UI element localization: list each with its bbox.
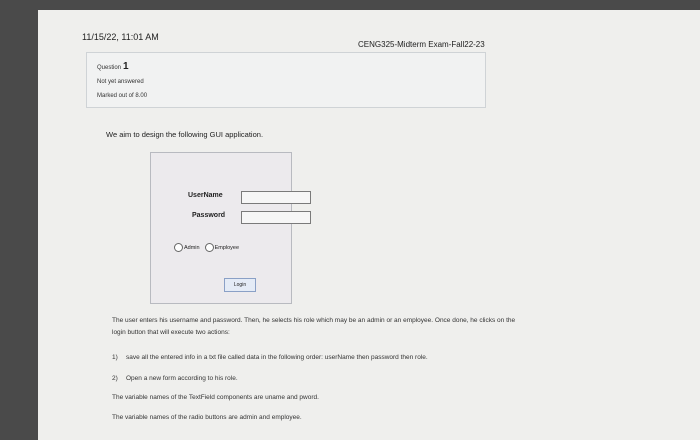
question-label-row: Question 1 xyxy=(97,61,129,72)
radio-admin: Admin xyxy=(174,243,200,252)
username-field xyxy=(241,191,311,204)
list-number: 2) xyxy=(112,375,118,382)
question-intro: We aim to design the following GUI appli… xyxy=(106,130,264,139)
password-label: Password xyxy=(192,212,226,219)
radio-employee: Employee xyxy=(204,243,239,252)
login-button: Login xyxy=(224,278,256,292)
print-date: 11/15/22, 11:01 AM xyxy=(82,32,159,42)
list-item-1: 1) save all the entered info in a txt fil… xyxy=(112,354,428,361)
question-marks: Marked out of 8.00 xyxy=(97,93,148,99)
username-label: UserName xyxy=(188,192,223,199)
radio-circle-icon xyxy=(174,243,183,252)
question-number: 1 xyxy=(123,61,129,72)
question-status: Not yet answered xyxy=(97,79,144,85)
password-field xyxy=(241,211,311,224)
role-radio-group: Admin Employee xyxy=(174,243,239,252)
gui-mockup: UserName Password Admin Employee Login xyxy=(150,152,311,304)
description-line-1: The user enters his username and passwor… xyxy=(112,317,516,324)
exam-page: 11/15/22, 11:01 AM CENG325-Midterm Exam-… xyxy=(38,10,700,440)
exam-title: CENG325-Midterm Exam-Fall22-23 xyxy=(358,40,485,49)
description-line-4: The variable names of the radio buttons … xyxy=(112,414,302,421)
radio-circle-icon xyxy=(204,243,214,252)
description-line-2: login button that will execute two actio… xyxy=(112,329,230,336)
list-number: 1) xyxy=(112,354,118,361)
description-line-3: The variable names of the TextField comp… xyxy=(112,394,319,401)
list-item-2: 2) Open a new form according to his role. xyxy=(112,375,238,382)
question-info-box: Question 1 Not yet answered Marked out of… xyxy=(86,52,486,108)
question-label: Question xyxy=(97,65,122,71)
